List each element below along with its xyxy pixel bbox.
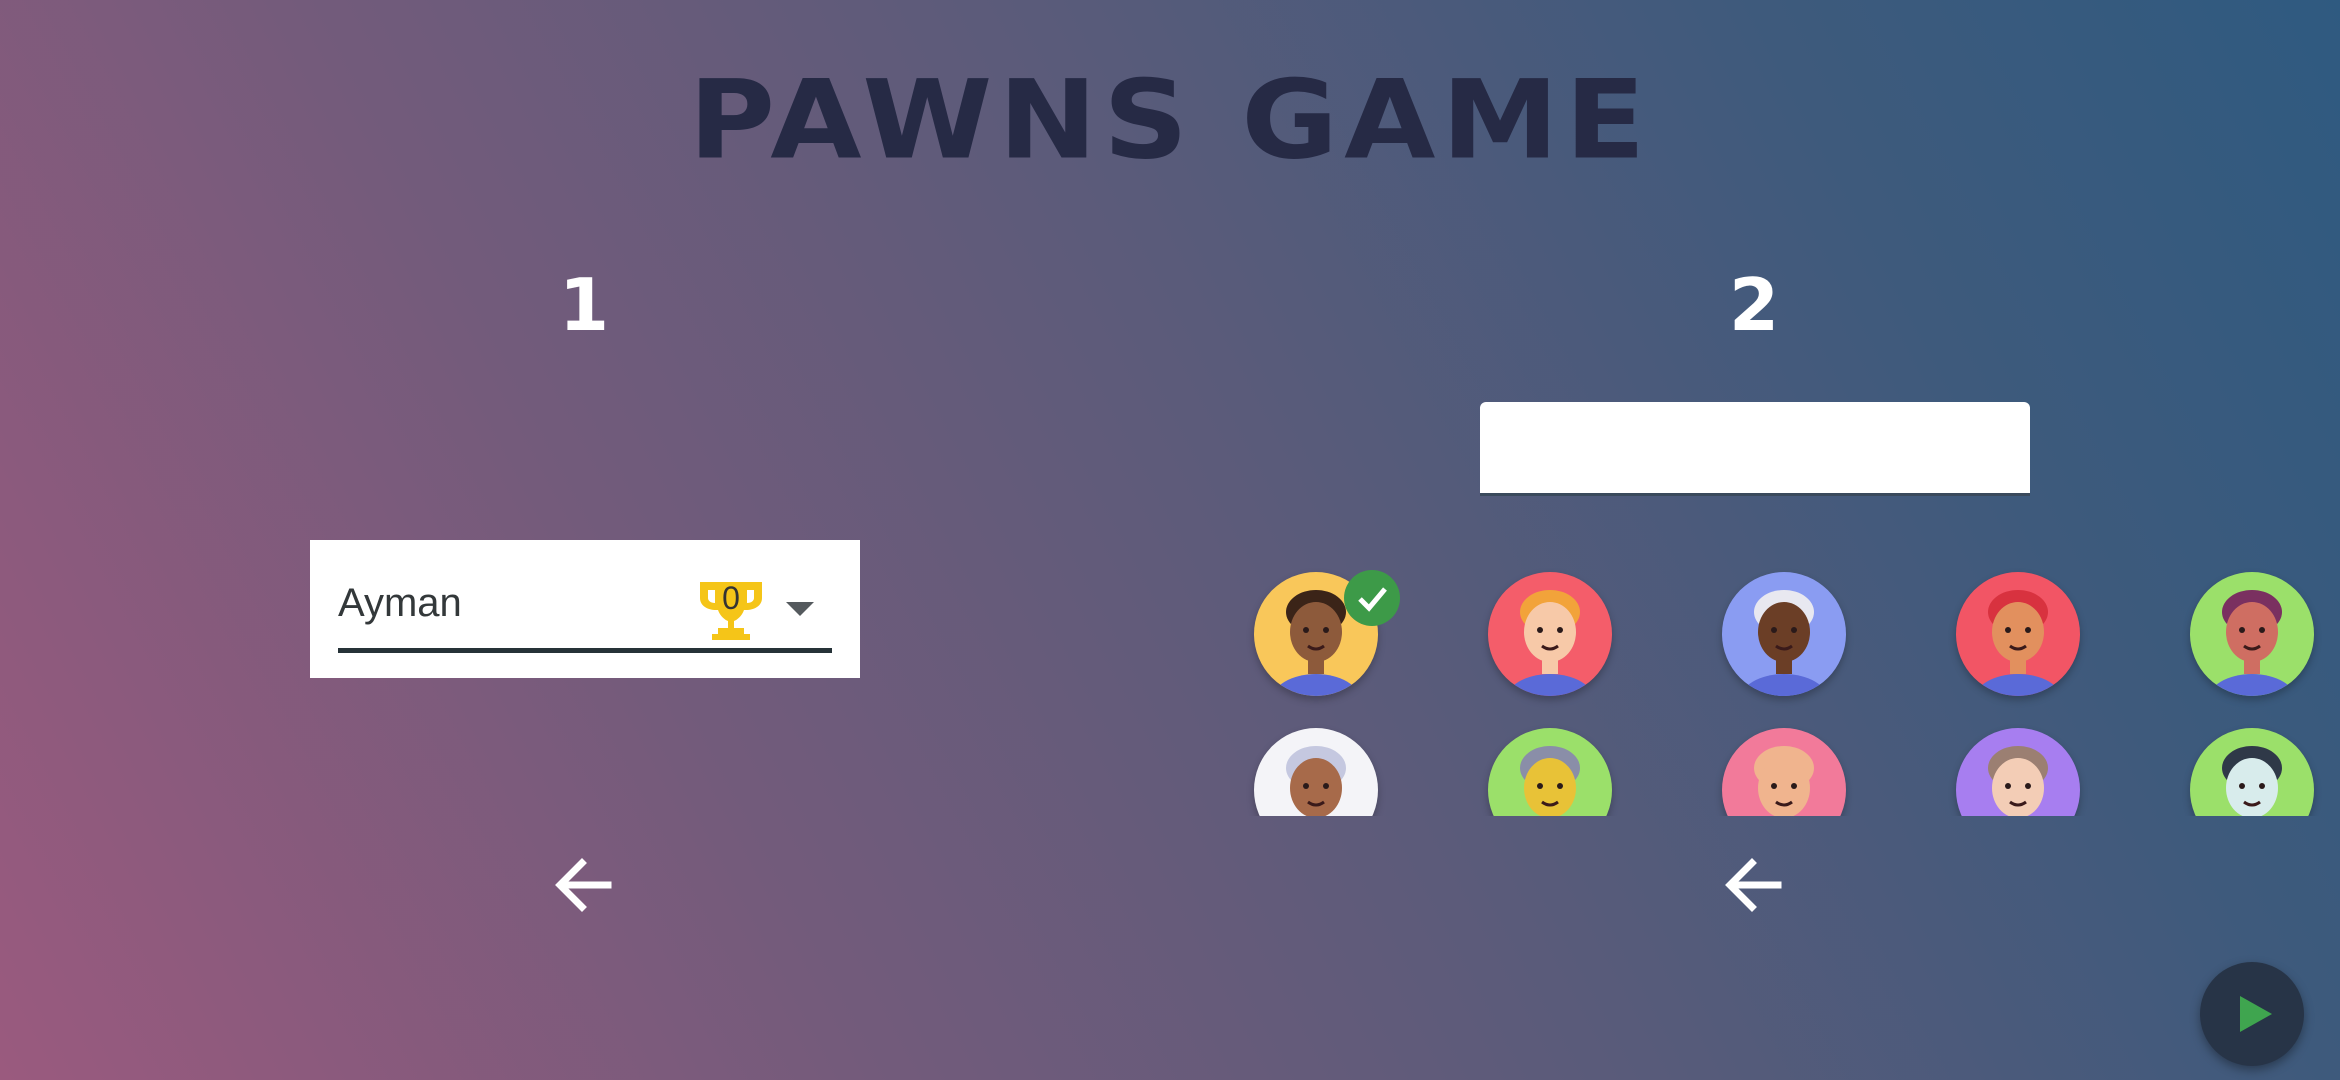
trophy-icon: 0 [696, 576, 766, 642]
game-title: PAWNS GAME [688, 56, 1652, 184]
player-2-number: 2 [1728, 263, 1780, 347]
avatar-face-icon [1506, 590, 1594, 696]
avatar-option[interactable] [1488, 728, 1612, 816]
player-1-number: 1 [558, 263, 610, 347]
avatar-option[interactable] [1488, 572, 1612, 696]
avatar-face-icon [2208, 590, 2296, 696]
arrow-left-icon [555, 858, 612, 912]
player-2-name-input[interactable] [1480, 402, 2030, 496]
avatar-face-icon [1988, 746, 2048, 816]
avatar-face-icon [2222, 746, 2282, 816]
avatar-option[interactable] [1254, 728, 1378, 816]
avatar-face-icon [1754, 746, 1814, 816]
avatar-face-icon [1286, 746, 1346, 816]
avatar-option[interactable] [1722, 572, 1846, 696]
play-button[interactable] [2200, 962, 2304, 1066]
trophy-count: 0 [722, 580, 740, 616]
arrow-left-icon [1725, 858, 1782, 912]
select-underline [338, 648, 832, 653]
avatar-option[interactable] [2190, 728, 2314, 816]
avatar-face-icon [1974, 590, 2062, 696]
avatar-face-icon [1520, 746, 1580, 816]
player-1-select[interactable]: Ayman 0 [310, 540, 860, 678]
avatar-grid [1240, 560, 2340, 816]
avatar-option[interactable] [1956, 728, 2080, 816]
selected-check-badge [1344, 570, 1400, 626]
avatar-face-icon [1740, 590, 1828, 696]
player-1-selected-name: Ayman [338, 581, 462, 625]
play-icon [2240, 996, 2272, 1032]
chevron-down-icon[interactable] [786, 602, 814, 616]
check-icon [1358, 587, 1387, 612]
player-1-back-button[interactable] [550, 850, 620, 920]
avatar-option[interactable] [1956, 572, 2080, 696]
avatar-option[interactable] [1722, 728, 1846, 816]
avatar-option[interactable] [2190, 572, 2314, 696]
player-2-back-button[interactable] [1720, 850, 1790, 920]
